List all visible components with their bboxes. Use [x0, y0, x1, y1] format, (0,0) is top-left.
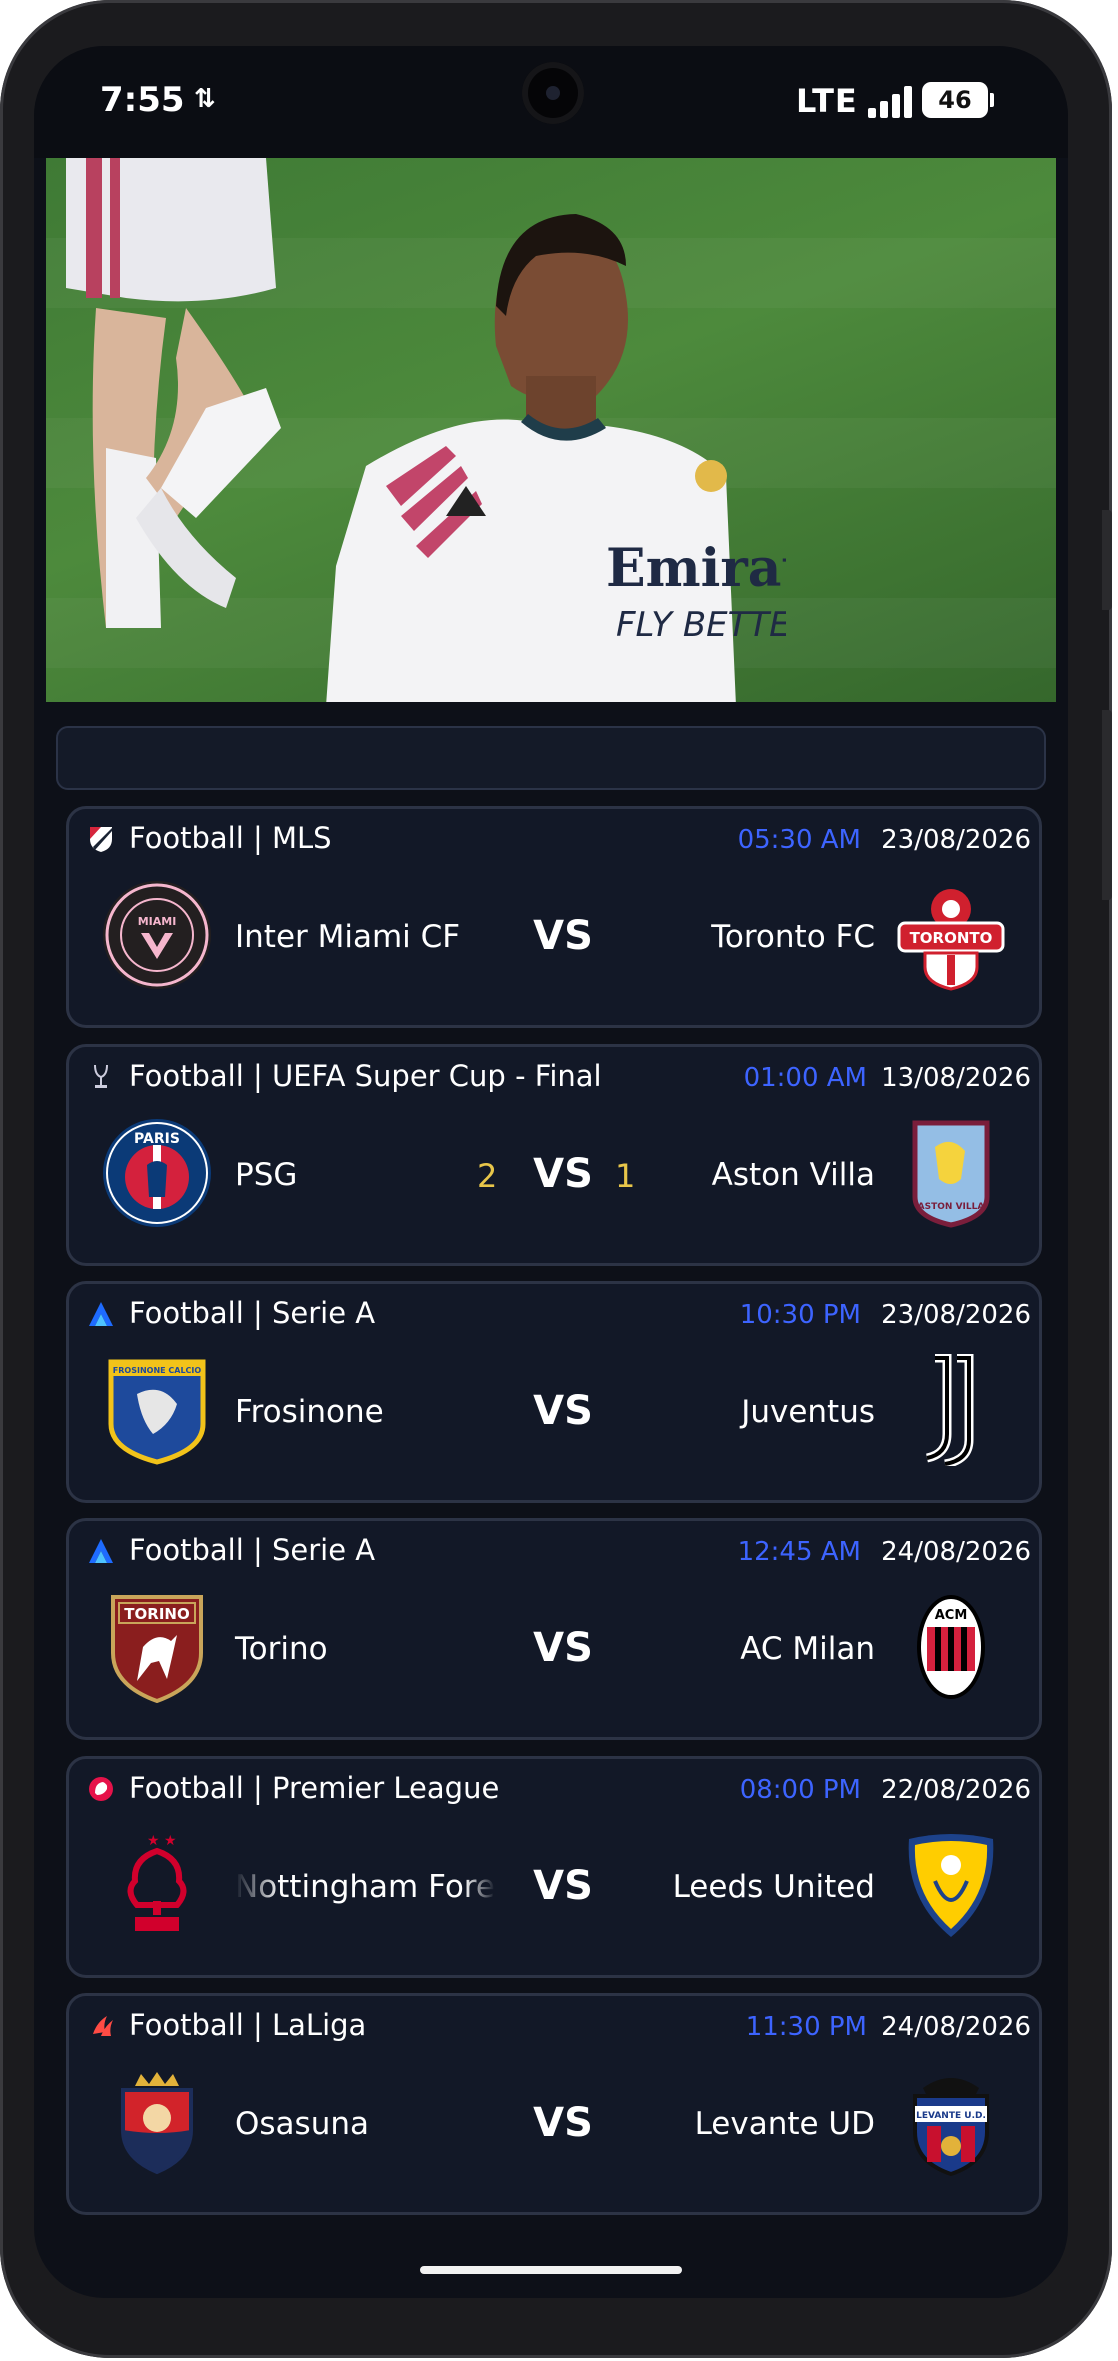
- battery-icon: 46: [922, 82, 994, 118]
- match-time: 10:30 PM: [739, 1300, 861, 1330]
- match-date: 24/08/2026: [881, 1537, 1031, 1567]
- data-transfer-icon: ⇅: [194, 84, 216, 114]
- svg-text:TORINO: TORINO: [124, 1605, 189, 1623]
- home-team-name: Inter Miami CF: [235, 919, 461, 955]
- svg-text:TORONTO: TORONTO: [910, 929, 993, 947]
- away-team-name: AC Milan: [740, 1631, 875, 1667]
- match-card[interactable]: Football | UEFA Super Cup - Final 01:00 …: [66, 1044, 1042, 1266]
- away-score: 1: [615, 1157, 636, 1195]
- osasuna-crest-icon: [121, 2072, 193, 2175]
- away-team-name: Aston Villa: [711, 1157, 875, 1193]
- match-time: 08:00 PM: [739, 1775, 861, 1805]
- home-indicator[interactable]: [420, 2266, 682, 2274]
- volume-button: [1102, 510, 1112, 610]
- trophy-icon: [94, 1064, 108, 1088]
- premier-league-icon: [89, 1777, 113, 1801]
- away-team-name: Juventus: [741, 1394, 875, 1430]
- laliga-icon: [93, 2016, 113, 2036]
- match-card[interactable]: Football | LaLiga 11:30 PM 24/08/2026 Os…: [66, 1993, 1042, 2215]
- league-name: Football | UEFA Super Cup - Final: [129, 1059, 602, 1093]
- vs-label: VS: [533, 2100, 593, 2146]
- player-image: Emirates FLY BETTER: [326, 214, 786, 702]
- away-team-name: Leeds United: [672, 1869, 875, 1905]
- torino-crest-icon: TORINO: [111, 1595, 203, 1703]
- aston-villa-crest-icon: ASTON VILLA: [912, 1120, 990, 1228]
- signal-icon: [868, 86, 918, 118]
- status-time: 7:55: [100, 80, 185, 120]
- match-card[interactable]: Football | MLS 05:30 AM 23/08/2026 MIAMI…: [66, 806, 1042, 1028]
- home-team-name: PSG: [235, 1157, 298, 1193]
- home-team-name: Nottingham Forest: [235, 1869, 495, 1905]
- search-input[interactable]: [56, 726, 1046, 790]
- screen: 7:55 ⇅ LTE 46 Emira FLY BETT Football | …: [34, 46, 1068, 2298]
- home-team-name: Torino: [235, 1631, 328, 1667]
- svg-text:MIAMI: MIAMI: [138, 915, 177, 928]
- league-name: Football | Serie A: [129, 1533, 376, 1567]
- match-time: 05:30 AM: [737, 825, 861, 855]
- serie-a-icon: [89, 1302, 113, 1326]
- svg-text:FLY BETTER: FLY BETTER: [616, 605, 786, 645]
- levante-crest-icon: LEVANTE U.D.: [913, 2078, 989, 2177]
- match-date: 23/08/2026: [881, 825, 1031, 855]
- league-name: Football | MLS: [129, 821, 332, 855]
- leeds-united-crest-icon: [908, 1834, 994, 1937]
- match-card[interactable]: Football | Serie A 12:45 AM 24/08/2026 T…: [66, 1518, 1042, 1740]
- phone-frame: 7:55 ⇅ LTE 46 Emira FLY BETT Football | …: [0, 0, 1112, 2358]
- svg-text:ACM: ACM: [935, 1608, 968, 1623]
- league-name: Football | LaLiga: [129, 2008, 367, 2042]
- video-player[interactable]: Emirates FLY BETTER: [46, 158, 1056, 702]
- match-date: 23/08/2026: [881, 1300, 1031, 1330]
- vs-label: VS: [533, 1151, 593, 1197]
- home-team-name: Osasuna: [235, 2106, 369, 2142]
- inter-miami-crest-icon: MIAMI: [103, 881, 211, 989]
- match-time: 12:45 AM: [737, 1537, 861, 1567]
- match-card[interactable]: Football | Premier League 08:00 PM 22/08…: [66, 1756, 1042, 1978]
- network-type: LTE: [796, 82, 858, 120]
- match-date: 22/08/2026: [881, 1775, 1031, 1805]
- status-bar: 7:55 ⇅ LTE 46: [34, 46, 1068, 158]
- svg-text:PARIS: PARIS: [134, 1131, 180, 1147]
- psg-crest-icon: PARIS: [103, 1119, 211, 1227]
- svg-text:★ ★: ★ ★: [147, 1833, 177, 1849]
- vs-label: VS: [533, 1863, 593, 1909]
- power-button: [1102, 710, 1112, 900]
- toronto-fc-crest-icon: TORONTO: [897, 889, 1005, 991]
- league-name: Football | Premier League: [129, 1771, 500, 1805]
- vs-label: VS: [533, 913, 593, 959]
- serie-a-icon: [89, 1539, 113, 1563]
- frosinone-crest-icon: FROSINONE CALCIO: [108, 1359, 206, 1465]
- nottingham-forest-crest-icon: ★ ★: [127, 1833, 187, 1931]
- home-team-name: Frosinone: [235, 1394, 384, 1430]
- match-card[interactable]: Football | Serie A 10:30 PM 23/08/2026 F…: [66, 1281, 1042, 1503]
- vs-label: VS: [533, 1625, 593, 1671]
- away-team-name: Toronto FC: [711, 919, 875, 955]
- match-date: 24/08/2026: [881, 2012, 1031, 2042]
- match-time: 01:00 AM: [743, 1063, 867, 1093]
- front-camera: [522, 62, 584, 124]
- home-score: 2: [477, 1157, 498, 1195]
- league-name: Football | Serie A: [129, 1296, 376, 1330]
- svg-text:ASTON VILLA: ASTON VILLA: [918, 1202, 985, 1212]
- match-time: 11:30 PM: [745, 2012, 867, 2042]
- away-team-name: Levante UD: [694, 2106, 875, 2142]
- svg-text:LEVANTE U.D.: LEVANTE U.D.: [916, 2111, 986, 2121]
- svg-text:FROSINONE CALCIO: FROSINONE CALCIO: [113, 1366, 202, 1375]
- vs-label: VS: [533, 1388, 593, 1434]
- ac-milan-crest-icon: ACM: [917, 1595, 985, 1699]
- svg-text:Emirates: Emirates: [606, 538, 786, 599]
- mls-icon: [90, 827, 112, 852]
- juventus-crest-icon: [925, 1354, 974, 1466]
- match-date: 13/08/2026: [881, 1063, 1031, 1093]
